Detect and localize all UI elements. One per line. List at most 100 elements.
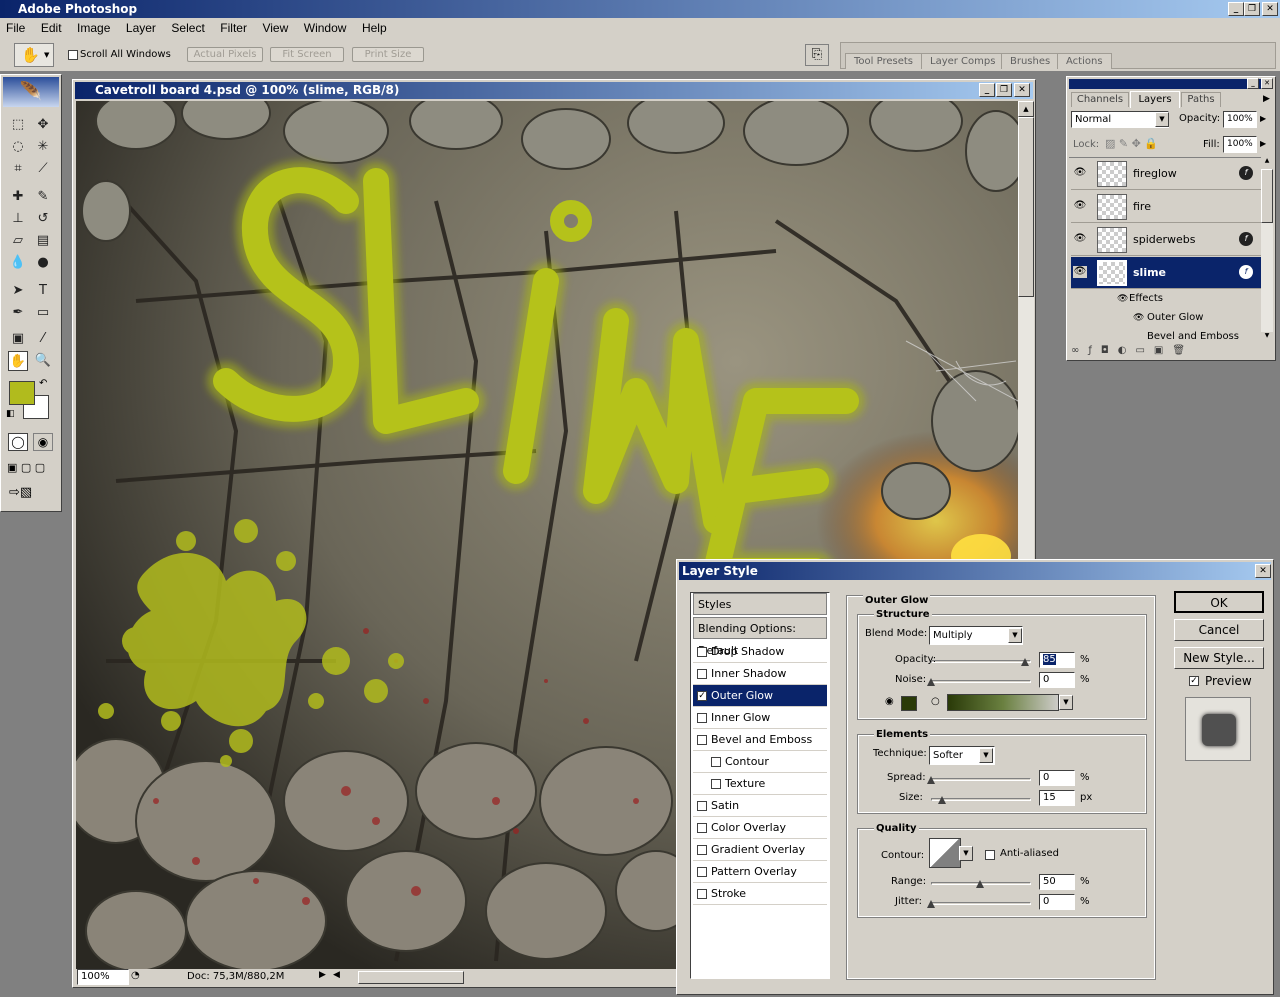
chevron-down-icon[interactable]: ▼ (1059, 695, 1073, 710)
checkbox[interactable] (697, 669, 707, 679)
noise-field[interactable]: 0 (1039, 672, 1075, 688)
blending-options[interactable]: Blending Options: Default (693, 617, 827, 657)
style-item[interactable]: Bevel and Emboss (693, 729, 827, 751)
gradient-radio[interactable]: ○ (931, 696, 940, 707)
anti-aliased-checkbox[interactable] (985, 850, 995, 860)
checkbox[interactable] (697, 735, 707, 745)
spread-slider[interactable] (931, 778, 1031, 781)
menu-help[interactable]: Help (356, 21, 393, 35)
size-field[interactable]: 15 (1039, 790, 1075, 806)
marquee-tool-icon[interactable]: ⬚ (8, 115, 28, 135)
minimize-button[interactable]: _ (1228, 2, 1244, 16)
layers-scrollbar[interactable]: ▲ ▼ (1261, 157, 1273, 344)
pen-tool-icon[interactable]: ✒ (8, 303, 28, 323)
shape-tool-icon[interactable]: ▭ (33, 303, 53, 323)
eye-icon[interactable]: 👁 (1073, 167, 1087, 179)
menu-view[interactable]: View (256, 21, 294, 35)
dodge-tool-icon[interactable]: ● (33, 253, 53, 273)
checkbox[interactable] (711, 757, 721, 767)
layer-actions-bar[interactable]: ∞ƒ◘◐▭▣🗑 (1071, 345, 1271, 359)
layers-scroll-thumb[interactable] (1261, 169, 1273, 223)
gradient-tool-icon[interactable]: ▤ (33, 231, 53, 251)
checkbox[interactable] (697, 713, 707, 723)
doc-close-button[interactable]: ✕ (1014, 83, 1030, 97)
checked-checkbox[interactable]: ✓ (697, 691, 707, 701)
scroll-up-arrow-icon[interactable]: ▲ (1261, 157, 1273, 169)
opacity-slider[interactable] (931, 660, 1031, 663)
status-menu-arrow-icon[interactable]: ▶ (319, 970, 326, 980)
screen-mode-icons[interactable]: ▣ ▢ ▢ (7, 461, 45, 474)
effects-eye-icon[interactable]: 👁 (1117, 294, 1128, 304)
style-item[interactable]: Gradient Overlay (693, 839, 827, 861)
lock-icons[interactable]: ▨ ✎ ✥ 🔒 (1105, 137, 1158, 150)
outer-glow-eye-icon[interactable]: 👁 (1133, 313, 1144, 323)
eye-icon[interactable]: 👁 (1073, 200, 1087, 212)
scroll-all-checkbox[interactable] (68, 50, 78, 60)
swap-colors-icon[interactable]: ↶ (39, 378, 47, 389)
menu-filter[interactable]: Filter (214, 21, 253, 35)
jitter-slider-thumb[interactable] (927, 900, 935, 908)
size-slider-thumb[interactable] (938, 796, 946, 804)
jitter-slider[interactable] (931, 902, 1031, 905)
zoom-field[interactable]: 100% (77, 969, 129, 985)
palette-menu-icon[interactable]: ▶ (1263, 94, 1270, 104)
cancel-button[interactable]: Cancel (1174, 619, 1264, 641)
layer-row[interactable]: 👁 fireglow f (1071, 158, 1261, 190)
eraser-tool-icon[interactable]: ▱ (8, 231, 28, 251)
range-slider-thumb[interactable] (976, 880, 984, 888)
style-item[interactable]: Pattern Overlay (693, 861, 827, 883)
effect-outer-glow[interactable]: Outer Glow (1147, 312, 1203, 323)
palette-well-icon[interactable]: ⎘ (805, 44, 829, 66)
palette-minimize-button[interactable]: _ (1247, 78, 1259, 89)
magic-wand-tool-icon[interactable]: ✳ (33, 137, 53, 157)
dialog-close-button[interactable]: ✕ (1255, 564, 1271, 578)
chevron-down-icon[interactable]: ▼ (979, 748, 993, 763)
doc-minimize-button[interactable]: _ (979, 83, 995, 97)
quick-mask-icon[interactable]: ◉ (33, 433, 53, 451)
tab-channels[interactable]: Channels (1071, 92, 1129, 107)
type-tool-icon[interactable]: T (33, 281, 53, 301)
effect-bevel-emboss[interactable]: Bevel and Emboss (1147, 331, 1239, 342)
brush-tool-icon[interactable]: ✎ (33, 187, 53, 207)
jump-to-imageready-icon[interactable]: ⇨▧ (9, 485, 32, 500)
style-item[interactable]: Contour (693, 751, 827, 773)
style-item[interactable]: Drop Shadow (693, 641, 827, 663)
layer-row-selected[interactable]: 👁 slime f (1071, 257, 1261, 289)
checkbox[interactable] (697, 867, 707, 877)
style-item[interactable]: Satin (693, 795, 827, 817)
fill-field[interactable]: 100% (1223, 136, 1257, 153)
preview-checkbox[interactable]: ✓ (1189, 676, 1199, 686)
tab-tool-presets[interactable]: Tool Presets (845, 53, 922, 69)
layer-row[interactable]: 👁 spiderwebs f (1071, 224, 1261, 256)
gradient-picker[interactable] (947, 694, 1059, 711)
eye-icon[interactable]: 👁 (1073, 233, 1087, 245)
style-item[interactable]: Inner Glow (693, 707, 827, 729)
checkbox[interactable] (697, 801, 707, 811)
path-selection-tool-icon[interactable]: ➤ (8, 281, 28, 301)
notes-tool-icon[interactable]: ▣ (8, 329, 28, 349)
size-slider[interactable] (931, 798, 1031, 801)
spread-slider-thumb[interactable] (927, 776, 935, 784)
actual-pixels-button[interactable]: Actual Pixels (187, 47, 263, 62)
crop-tool-icon[interactable]: ⌗ (8, 159, 28, 179)
print-size-button[interactable]: Print Size (352, 47, 424, 62)
layer-row[interactable]: 👁 fire (1071, 191, 1261, 223)
standard-mode-icon[interactable]: ◯ (8, 433, 28, 451)
scroll-down-arrow-icon[interactable]: ▼ (1261, 332, 1273, 344)
move-tool-icon[interactable]: ✥ (33, 115, 53, 135)
chevron-down-icon[interactable]: ▼ (1155, 112, 1169, 127)
eye-icon[interactable]: 👁 (1073, 266, 1087, 278)
tab-paths[interactable]: Paths (1181, 92, 1221, 107)
close-button[interactable]: ✕ (1262, 2, 1278, 16)
checkbox[interactable] (711, 779, 721, 789)
glow-color-swatch[interactable] (901, 696, 917, 711)
menu-window[interactable]: Window (298, 21, 353, 35)
hand-tool-icon[interactable]: ✋ (8, 351, 28, 371)
solid-color-radio[interactable]: ◉ (885, 696, 894, 707)
scroll-thumb[interactable] (1018, 117, 1034, 297)
layer-opacity-field[interactable]: 100% (1223, 111, 1257, 128)
spread-field[interactable]: 0 (1039, 770, 1075, 786)
style-item[interactable]: ✓ Outer Glow (693, 685, 827, 707)
style-item[interactable]: Inner Shadow (693, 663, 827, 685)
checkbox[interactable] (697, 647, 707, 657)
